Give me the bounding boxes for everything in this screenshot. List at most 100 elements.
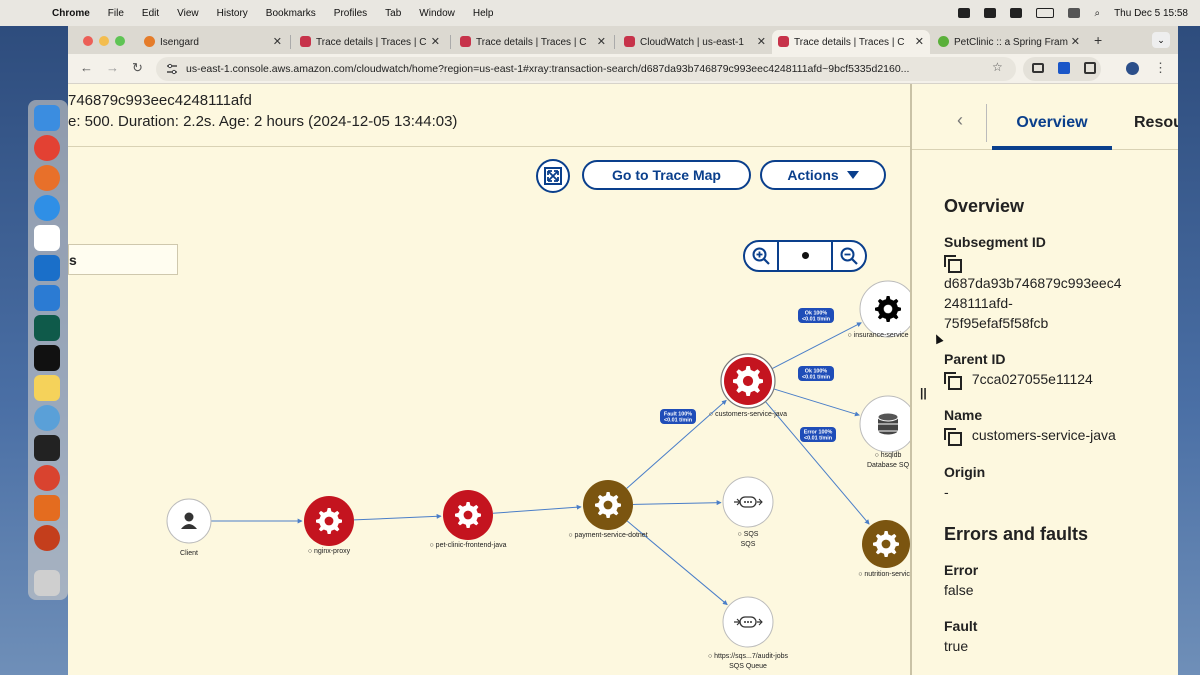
tab-title: Trace details | Traces | C [476, 36, 587, 48]
puzzle-icon[interactable] [1084, 62, 1096, 74]
name-label: Name [944, 407, 983, 423]
bookmark-star-icon[interactable]: ☆ [992, 60, 1003, 74]
firefox-icon[interactable] [34, 165, 60, 191]
close-tab-icon[interactable]: ✕ [273, 35, 282, 48]
subsegment-id-label: Subsegment ID [944, 234, 1046, 250]
app-icon[interactable] [34, 315, 60, 341]
service-node-payment[interactable]: ○ payment-service-dotnet [568, 480, 648, 539]
menubar-app-name[interactable]: Chrome [52, 8, 90, 19]
menu-profiles[interactable]: Profiles [334, 8, 367, 19]
slack-icon[interactable] [34, 225, 60, 251]
close-tab-icon[interactable]: ✕ [431, 35, 440, 48]
wifi-icon[interactable] [1068, 8, 1081, 18]
close-tab-icon[interactable]: ✕ [915, 35, 924, 48]
new-tab-button[interactable]: + [1094, 32, 1102, 48]
service-node-client[interactable]: Client [166, 498, 212, 557]
service-node-insurance[interactable]: ○ insurance-service [847, 280, 910, 339]
service-node-customers[interactable]: ○ customers-service-java [709, 353, 787, 418]
status-tray-icon[interactable] [984, 8, 997, 18]
notes-icon[interactable] [34, 375, 60, 401]
browser-tab-active[interactable]: Trace details | Traces | C ✕ [772, 30, 930, 54]
menu-edit[interactable]: Edit [142, 8, 159, 19]
copy-subsegment-button[interactable] [944, 252, 962, 274]
tab-search-icon[interactable]: ⌄ [1152, 32, 1170, 48]
chrome-icon[interactable] [34, 135, 60, 161]
menu-file[interactable]: File [108, 8, 124, 19]
extension-icon[interactable] [1032, 63, 1044, 73]
status-tray-icon[interactable] [1010, 8, 1023, 18]
menubar-clock[interactable]: Thu Dec 5 15:58 [1114, 8, 1188, 19]
close-tab-icon[interactable]: ✕ [1071, 35, 1080, 48]
menu-history[interactable]: History [217, 8, 248, 19]
safari-icon[interactable] [34, 195, 60, 221]
app-icon[interactable] [34, 405, 60, 431]
trash-icon[interactable] [34, 570, 60, 596]
tab-favicon-icon [778, 36, 789, 47]
edge-stat-badge[interactable]: Error 100%<0.01 t/min [800, 427, 836, 442]
copy-icon[interactable] [944, 428, 962, 447]
tab-favicon-icon [624, 36, 635, 47]
minimize-window-button[interactable] [99, 36, 109, 46]
service-node-audit[interactable]: ○ https://sqs...7/audit-jobs SQS Queue [708, 596, 789, 670]
tab-favicon-icon [460, 36, 471, 47]
tab-favicon-icon [300, 36, 311, 47]
side-panel-tabs: ‹ Overview Resou [912, 84, 1178, 150]
edge-stat-badge[interactable]: Ok 100%<0.01 t/min [798, 366, 834, 381]
battery-icon[interactable] [1036, 8, 1055, 18]
tab-overview[interactable]: Overview [992, 84, 1112, 150]
service-node-sqs[interactable]: ○ SQS SQS [722, 476, 774, 548]
gear-icon [733, 366, 763, 396]
menu-window[interactable]: Window [419, 8, 455, 19]
close-tab-icon[interactable]: ✕ [757, 35, 766, 48]
extension-icon[interactable] [1058, 62, 1070, 74]
tab-divider [986, 104, 987, 142]
close-window-button[interactable] [83, 36, 93, 46]
status-tray-icon[interactable] [958, 8, 971, 18]
graph-edge [632, 500, 722, 506]
address-bar[interactable]: us-east-1.console.aws.amazon.com/cloudwa… [156, 57, 1016, 81]
graph-edge [492, 504, 582, 514]
menu-tab[interactable]: Tab [385, 8, 401, 19]
edge-stat-badge[interactable]: Ok 100%<0.01 t/min [798, 308, 834, 323]
browser-tab[interactable]: PetClinic :: a Spring Fram ✕ [932, 30, 1086, 54]
powerpoint-icon[interactable] [34, 525, 60, 551]
forward-arrow-icon[interactable]: → [106, 60, 119, 75]
edge-stat-badge[interactable]: Fault 100%<0.01 t/min [660, 409, 696, 424]
search-icon[interactable]: ⌕ [1094, 8, 1100, 19]
node-label: ○ hsqldb [875, 452, 902, 459]
copy-icon[interactable] [944, 372, 962, 391]
overview-heading: Overview [944, 196, 1025, 216]
service-node-nginx[interactable]: ○ nginx-proxy [304, 496, 354, 555]
origin-value: - [944, 484, 949, 500]
menu-bookmarks[interactable]: Bookmarks [266, 8, 316, 19]
service-node-frontend[interactable]: ○ pet-clinic-frontend-java [430, 490, 507, 549]
profile-avatar-icon[interactable] [1126, 62, 1139, 75]
app-icon[interactable] [34, 465, 60, 491]
amazon-icon[interactable] [34, 435, 60, 461]
close-tab-icon[interactable]: ✕ [597, 35, 606, 48]
service-node-hsqldb[interactable]: ○ hsqldb Database SQ [859, 395, 910, 469]
finder-icon[interactable] [34, 105, 60, 131]
tab-favicon-icon [938, 36, 949, 47]
panel-resize-handle[interactable]: || [920, 386, 927, 400]
site-info-icon[interactable] [166, 63, 178, 75]
browser-tab[interactable]: CloudWatch | us-east-1 ✕ [618, 30, 772, 54]
browser-tab[interactable]: Trace details | Traces | C ✕ [454, 30, 612, 54]
browser-tab[interactable]: Isengard ✕ [138, 30, 288, 54]
node-sublabel: SQS Queue [729, 663, 767, 670]
app-icon[interactable] [34, 495, 60, 521]
maximize-window-button[interactable] [115, 36, 125, 46]
terminal-icon[interactable] [34, 345, 60, 371]
kebab-menu-icon[interactable]: ⋮ [1154, 60, 1167, 76]
browser-tab[interactable]: Trace details | Traces | C ✕ [294, 30, 446, 54]
vscode-icon[interactable] [34, 285, 60, 311]
outlook-icon[interactable] [34, 255, 60, 281]
parent-id-row: 7cca027055e11124 [944, 369, 1093, 391]
back-arrow-icon[interactable]: ← [80, 60, 93, 75]
menu-help[interactable]: Help [473, 8, 494, 19]
menu-view[interactable]: View [177, 8, 199, 19]
service-node-nutrition[interactable]: ○ nutrition-service [858, 520, 910, 578]
reload-icon[interactable]: ↻ [132, 60, 143, 76]
tab-resources[interactable]: Resou [1134, 114, 1178, 132]
chevron-left-icon[interactable]: ‹ [957, 110, 963, 131]
